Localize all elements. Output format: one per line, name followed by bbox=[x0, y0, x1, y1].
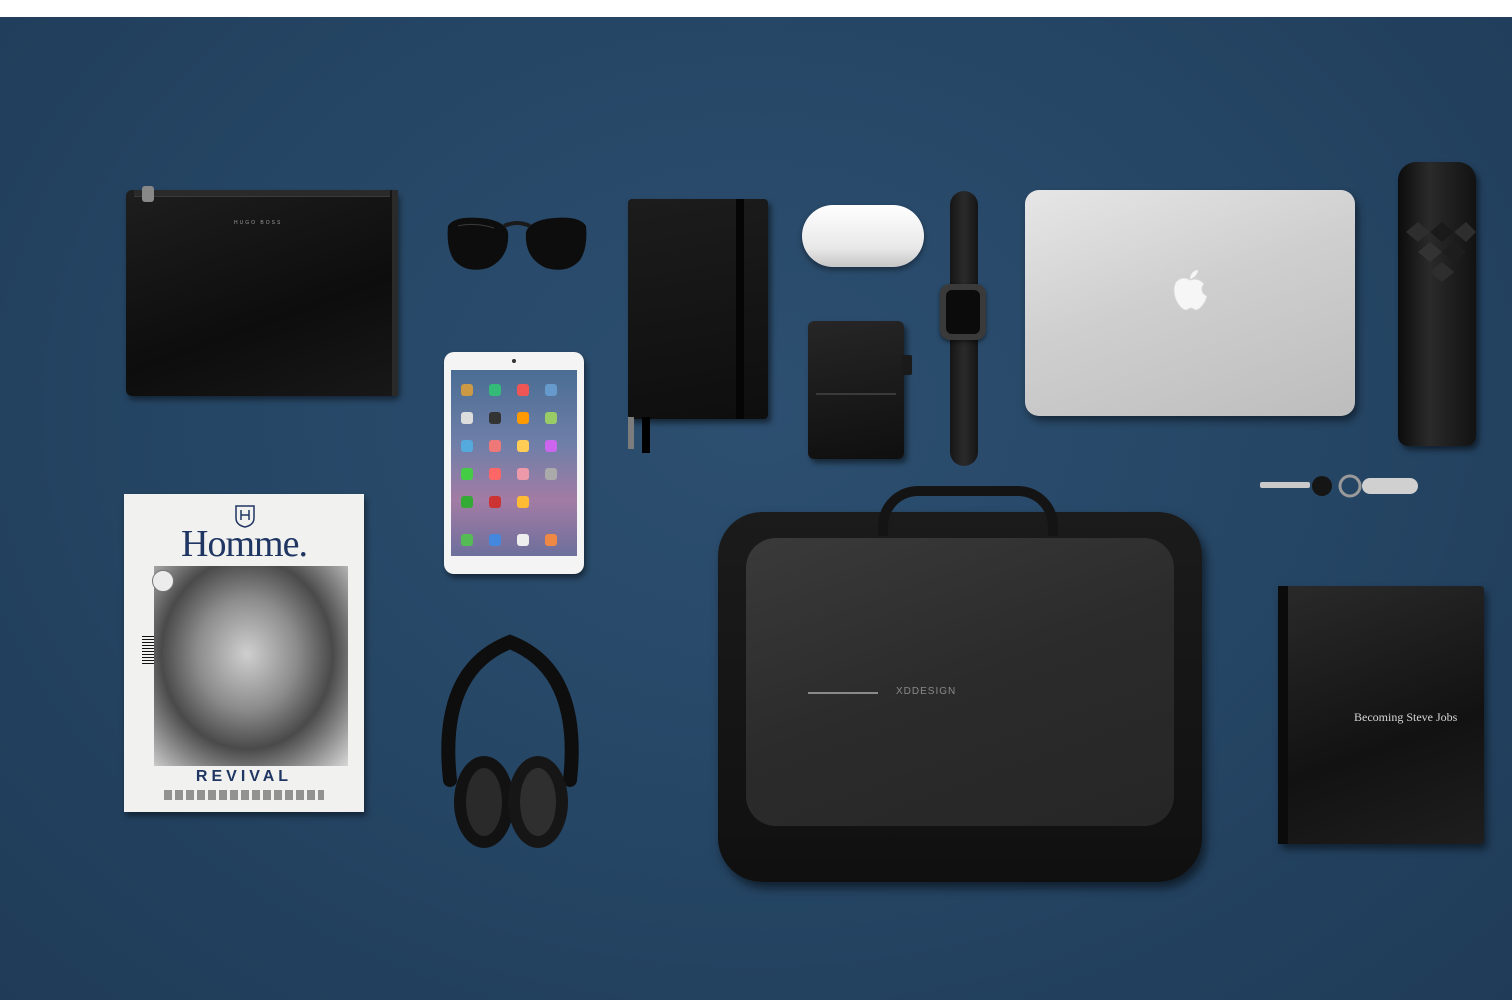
thermos-bottle bbox=[1398, 162, 1476, 446]
apple-logo-icon bbox=[1173, 270, 1208, 311]
app-icon bbox=[461, 496, 473, 508]
magazine-masthead: Homme. bbox=[181, 523, 308, 565]
backpack-handle bbox=[878, 486, 1058, 536]
flatlay-surface: HUGO BOSS Homme. REVIVAL XDDESIGN Becomi… bbox=[0, 17, 1512, 1000]
cover-headline: REVIVAL bbox=[195, 768, 293, 785]
app-icon bbox=[517, 534, 529, 546]
app-icon bbox=[461, 384, 473, 396]
app-icon bbox=[461, 534, 473, 546]
headphones bbox=[441, 634, 579, 848]
bookmark-ribbon bbox=[628, 417, 634, 449]
backpack: XDDESIGN bbox=[718, 486, 1202, 882]
book: Becoming Steve Jobs bbox=[1278, 586, 1484, 844]
magazine: Homme. REVIVAL bbox=[124, 494, 364, 812]
book-spine bbox=[1278, 586, 1288, 844]
reflective-stripe bbox=[808, 692, 878, 694]
notebook-elastic-band bbox=[736, 199, 744, 419]
card-wallet bbox=[808, 321, 912, 459]
anniversary-badge bbox=[152, 570, 174, 592]
app-icon bbox=[489, 440, 501, 452]
barcode bbox=[142, 636, 154, 666]
app-icon bbox=[545, 534, 557, 546]
app-icon bbox=[489, 384, 501, 396]
app-icon bbox=[517, 468, 529, 480]
app-icon bbox=[461, 440, 473, 452]
keys bbox=[1260, 474, 1418, 498]
zipper-pull bbox=[142, 186, 154, 202]
pouch-brand: HUGO BOSS bbox=[234, 220, 283, 226]
cover-portrait bbox=[154, 566, 348, 766]
app-icon bbox=[489, 534, 501, 546]
app-icon bbox=[489, 412, 501, 424]
app-icon bbox=[545, 384, 557, 396]
top-white-band bbox=[0, 0, 1512, 17]
wallet-seam bbox=[816, 393, 896, 395]
laptop bbox=[1025, 190, 1355, 416]
book-title: Becoming Steve Jobs bbox=[1354, 710, 1458, 724]
backpack-front-panel: XDDESIGN bbox=[746, 538, 1174, 826]
thermos-texture bbox=[1406, 222, 1476, 282]
leather-pouch: HUGO BOSS bbox=[126, 186, 398, 396]
watch-screen bbox=[946, 290, 980, 334]
app-icon bbox=[545, 412, 557, 424]
bookmark-ribbon-dark bbox=[642, 417, 650, 453]
app-icon bbox=[545, 440, 557, 452]
backpack-brand: XDDESIGN bbox=[896, 686, 957, 697]
app-icon bbox=[489, 468, 501, 480]
pouch-zipper-side bbox=[392, 190, 398, 396]
app-icon bbox=[517, 384, 529, 396]
app-icon bbox=[461, 412, 473, 424]
app-icon bbox=[517, 496, 529, 508]
wireless-mouse bbox=[802, 205, 924, 267]
app-icon bbox=[461, 468, 473, 480]
app-icon bbox=[545, 468, 557, 480]
sunglasses bbox=[447, 217, 587, 270]
app-icon bbox=[517, 412, 529, 424]
tablet-camera bbox=[512, 359, 516, 363]
tablet-screen bbox=[451, 370, 577, 556]
app-icon bbox=[489, 496, 501, 508]
pouch-zipper bbox=[134, 190, 390, 197]
notebook bbox=[628, 199, 768, 453]
wallet-tab bbox=[902, 355, 912, 375]
tablet bbox=[444, 352, 584, 574]
app-icon bbox=[517, 440, 529, 452]
smartwatch bbox=[940, 284, 986, 340]
cover-fine-print bbox=[164, 790, 324, 800]
